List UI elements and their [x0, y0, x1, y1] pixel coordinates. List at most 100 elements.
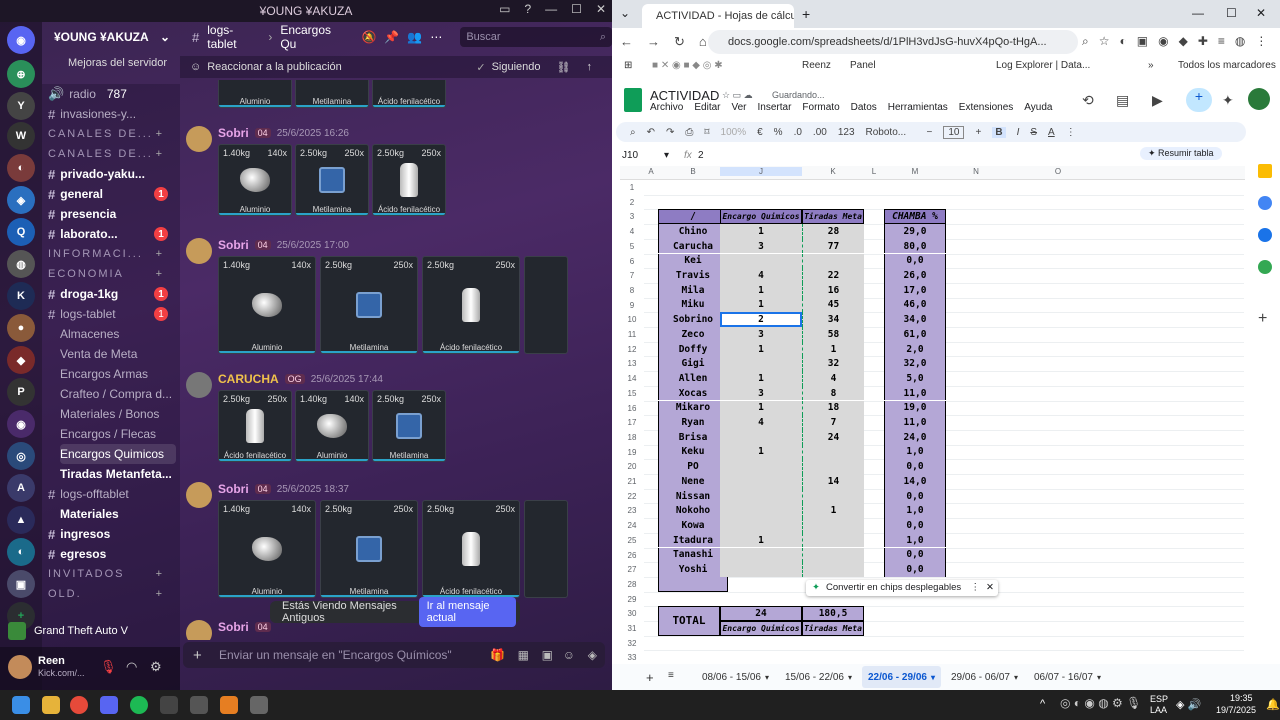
row-number[interactable]: 30	[620, 609, 644, 618]
avatar[interactable]	[186, 372, 212, 398]
channel-item[interactable]: Encargos / Flecas	[60, 424, 176, 444]
chamba-cell[interactable]: 29,0	[884, 224, 946, 239]
attachment-card[interactable]: Ácido fenilacético	[372, 80, 446, 108]
add-channel-icon[interactable]: +	[156, 568, 164, 580]
channel-item[interactable]: # ingresos	[48, 524, 176, 544]
channel-item[interactable]: Almacenes	[60, 324, 176, 344]
row-number[interactable]: 4	[620, 227, 644, 236]
add-channel-icon[interactable]: +	[156, 248, 164, 260]
server-icon[interactable]: W	[7, 122, 35, 150]
name-cell[interactable]: Kei	[658, 253, 728, 269]
bold-button[interactable]: B	[992, 126, 1006, 138]
increase-decimal-button[interactable]: .00	[813, 127, 827, 138]
attachment-card-overflow[interactable]	[524, 500, 568, 598]
channel-item[interactable]: # logs-offtablet	[48, 484, 176, 504]
channel-item[interactable]: # general 1	[48, 184, 176, 204]
tiradas-cell[interactable]: 34	[802, 312, 864, 327]
emoji-picker-icon[interactable]: ☺	[563, 648, 575, 662]
server-icon[interactable]: ◍	[7, 250, 35, 278]
account-avatar[interactable]	[1248, 88, 1270, 110]
name-cell[interactable]: PO	[658, 459, 728, 474]
row-number[interactable]: 29	[620, 595, 644, 604]
row-number[interactable]: 2	[620, 198, 644, 207]
encargo-cell[interactable]	[720, 547, 802, 563]
menu-herramientas[interactable]: Herramientas	[888, 102, 948, 113]
chamba-cell[interactable]: 5,0	[884, 371, 946, 386]
sticker-icon[interactable]: ▣	[542, 648, 553, 662]
tasks-icon[interactable]	[1258, 196, 1272, 210]
attachment-card[interactable]: Aluminio	[218, 80, 292, 108]
attachment-card[interactable]: Metilamina	[295, 80, 369, 108]
channel-item[interactable]: ECONOMIA +	[48, 264, 176, 284]
avatar[interactable]	[186, 238, 212, 264]
apps-icon[interactable]: ◈	[588, 648, 597, 662]
gif-icon[interactable]: ▦	[518, 648, 529, 662]
chamba-cell[interactable]: 24,0	[884, 429, 946, 445]
chamba-cell[interactable]: 11,0	[884, 385, 946, 401]
language-indicator[interactable]: ESP	[1150, 694, 1168, 704]
name-cell[interactable]: Miku	[658, 297, 728, 313]
server-icon[interactable]: ◈	[7, 186, 35, 214]
tiradas-cell[interactable]: 18	[802, 400, 864, 416]
chamba-cell[interactable]: 17,0	[884, 282, 946, 298]
react-button[interactable]: Reaccionar a la publicación	[207, 61, 342, 73]
menu-archivo[interactable]: Archivo	[650, 102, 683, 113]
bookmark-panel[interactable]: Panel	[850, 60, 876, 71]
name-box[interactable]: J10	[622, 150, 638, 161]
channel-item[interactable]: # privado-yaku...	[48, 164, 176, 184]
arrow-up-icon[interactable]: ↑	[587, 61, 593, 73]
meet-icon[interactable]: ▶	[1152, 92, 1163, 109]
encargo-cell[interactable]	[720, 562, 802, 577]
menu-extensiones[interactable]: Extensiones	[959, 102, 1013, 113]
chamba-cell[interactable]: 19,0	[884, 400, 946, 416]
app-icon[interactable]	[250, 696, 268, 714]
avatar[interactable]	[186, 126, 212, 152]
name-cell[interactable]: Travis	[658, 268, 728, 283]
channel-item[interactable]: Materiales	[60, 504, 176, 524]
name-cell[interactable]: Nissan	[658, 488, 728, 504]
row-number[interactable]: 31	[620, 624, 644, 633]
author-name[interactable]: Sobri	[218, 238, 249, 252]
add-sheet-button[interactable]: +	[646, 670, 654, 685]
row-number[interactable]: 28	[620, 580, 644, 589]
row-number[interactable]: 32	[620, 639, 644, 648]
server-icon[interactable]: A	[7, 474, 35, 502]
star-doc-icon[interactable]: ☆ ▭ ☁	[722, 90, 753, 101]
channel-item[interactable]: # logs-tablet 1	[48, 304, 176, 324]
server-icon[interactable]: ◎	[7, 442, 35, 470]
link-icon[interactable]: ⛓	[557, 61, 571, 74]
row-number[interactable]: 22	[620, 492, 644, 501]
name-cell[interactable]: Yoshi	[658, 562, 728, 577]
summarize-table-button[interactable]: ✦ Resumir tabla	[1140, 147, 1222, 160]
tiradas-cell[interactable]: 32	[802, 356, 864, 372]
font-select[interactable]: Roboto...	[866, 127, 916, 138]
tiradas-cell[interactable]: 1	[802, 503, 864, 519]
tab-search-icon[interactable]: ⌄	[620, 6, 630, 20]
add-on-plus-icon[interactable]: +	[1258, 310, 1267, 328]
apps-grid-icon[interactable]: ⊞	[624, 60, 632, 71]
bookmark-reenz[interactable]: Reenz	[802, 60, 831, 71]
comments-icon[interactable]: ▤	[1116, 92, 1129, 109]
row-number[interactable]: 21	[620, 477, 644, 486]
server-icon[interactable]: ◐	[7, 538, 35, 566]
number-format-button[interactable]: 123	[838, 127, 855, 138]
app-icon[interactable]	[160, 696, 178, 714]
tiradas-cell[interactable]: 14	[802, 474, 864, 489]
row-number[interactable]: 16	[620, 404, 644, 413]
channel-item[interactable]: Crafteo / Compra d...	[60, 384, 176, 404]
history-icon[interactable]: ⟲	[1082, 92, 1094, 109]
headphones-icon[interactable]: ◠	[126, 659, 137, 675]
minimize-button[interactable]: —	[545, 2, 557, 16]
attachment-card[interactable]: 1.40kg 140x Aluminio	[218, 144, 292, 216]
row-number[interactable]: 18	[620, 433, 644, 442]
paint-format-icon[interactable]: ⌑	[704, 127, 709, 138]
start-icon[interactable]	[12, 696, 30, 714]
tiradas-cell[interactable]: 77	[802, 238, 864, 254]
tray-chevron-icon[interactable]: ^	[1040, 698, 1045, 710]
text-color-button[interactable]: A	[1048, 127, 1055, 138]
chamba-cell[interactable]: 1,0	[884, 532, 946, 548]
maximize-button[interactable]: ☐	[571, 2, 582, 16]
row-number[interactable]: 26	[620, 551, 644, 560]
extension-icon[interactable]: ◐	[1120, 34, 1127, 49]
channel-item[interactable]: CANALES DE... +	[48, 124, 176, 144]
